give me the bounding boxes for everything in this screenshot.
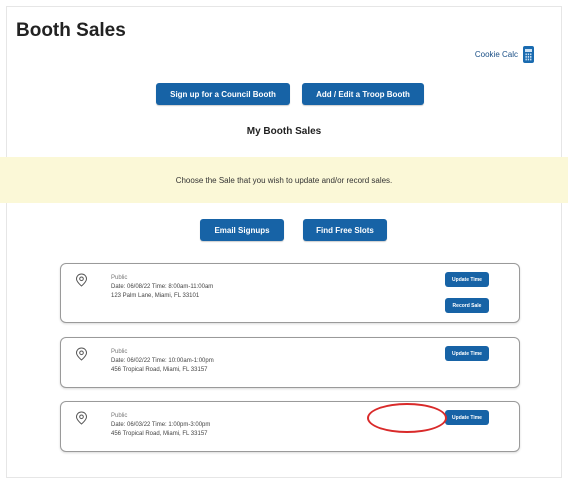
instruction-banner: Choose the Sale that you wish to update …	[0, 157, 568, 203]
sale-date-time: Date: 06/03/22 Time: 1:00pm-3:00pm	[111, 422, 211, 428]
cookie-calc-link[interactable]: Cookie Calc	[475, 46, 534, 63]
location-pin-icon	[75, 273, 88, 287]
sale-info: Public Date: 06/02/22 Time: 10:00am-1:00…	[111, 348, 214, 375]
calculator-icon	[523, 46, 534, 63]
sale-date-time: Date: 06/08/22 Time: 8:00am-11:00am	[111, 284, 214, 290]
section-title: My Booth Sales	[246, 126, 322, 137]
sale-type: Public	[111, 349, 128, 355]
page-title: Booth Sales	[16, 20, 126, 41]
troop-booth-button[interactable]: Add / Edit a Troop Booth	[302, 83, 424, 105]
record-sale-button[interactable]: Record Sale	[445, 298, 489, 313]
sale-card[interactable]: Public Date: 06/08/22 Time: 8:00am-11:00…	[60, 263, 520, 323]
instruction-text: Choose the Sale that you wish to update …	[175, 175, 393, 185]
find-free-slots-button[interactable]: Find Free Slots	[303, 219, 387, 241]
location-pin-icon	[75, 347, 88, 361]
cookie-calc-label: Cookie Calc	[474, 50, 518, 59]
sale-info: Public Date: 06/08/22 Time: 8:00am-11:00…	[111, 274, 213, 301]
location-pin-icon	[75, 411, 88, 425]
sale-card[interactable]: Public Date: 06/02/22 Time: 10:00am-1:00…	[60, 337, 520, 388]
sale-type: Public	[111, 275, 128, 281]
sale-address: 456 Tropical Road, Miami, FL 33157	[111, 367, 208, 373]
sale-info: Public Date: 06/03/22 Time: 1:00pm-3:00p…	[111, 412, 210, 439]
sale-address: 123 Palm Lane, Miami, FL 33101	[111, 293, 200, 299]
update-time-button[interactable]: Update Time	[445, 346, 489, 361]
sale-type: Public	[111, 413, 128, 419]
update-time-button[interactable]: Update Time	[445, 410, 489, 425]
council-booth-button[interactable]: Sign up for a Council Booth	[156, 83, 290, 105]
sale-card[interactable]: Public Date: 06/03/22 Time: 1:00pm-3:00p…	[60, 401, 520, 452]
email-signups-button[interactable]: Email Signups	[200, 219, 284, 241]
sale-date-time: Date: 06/02/22 Time: 10:00am-1:00pm	[111, 358, 214, 364]
update-time-button[interactable]: Update Time	[445, 272, 489, 287]
sale-address: 456 Tropical Road, Miami, FL 33157	[111, 431, 208, 437]
